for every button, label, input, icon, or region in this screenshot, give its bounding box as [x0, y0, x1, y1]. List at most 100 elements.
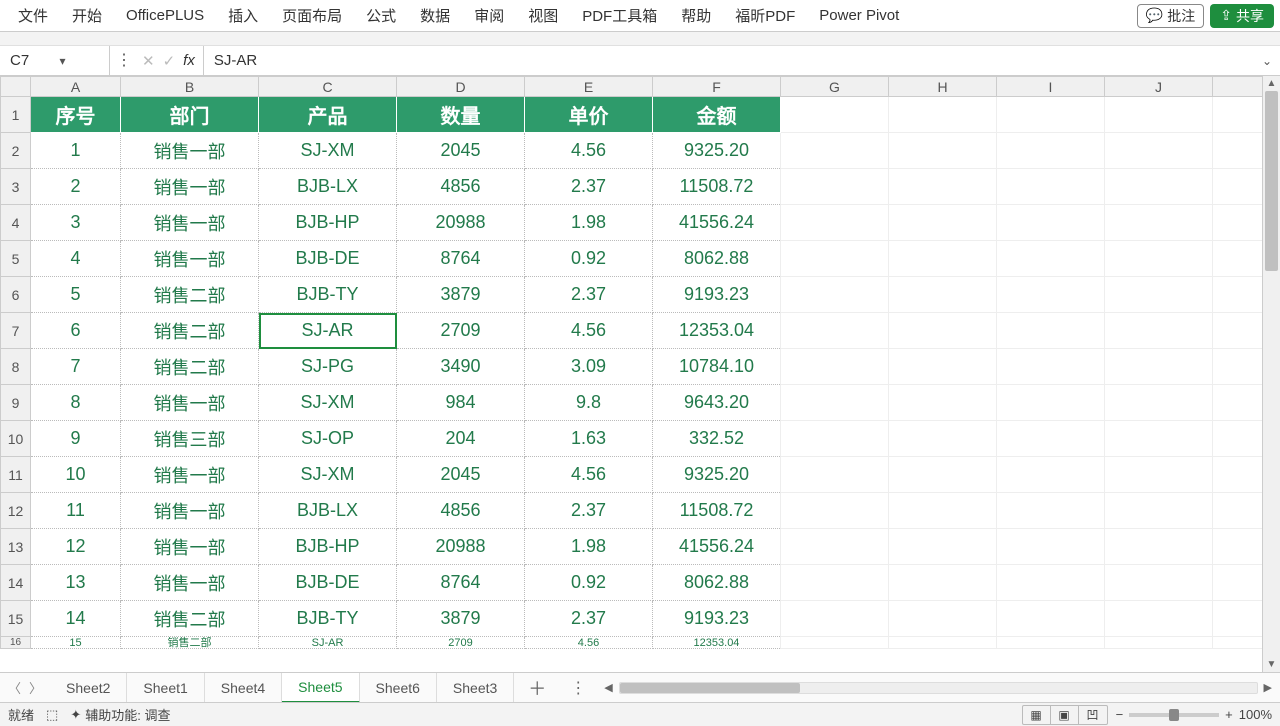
cell-E14[interactable]: 0.92 — [525, 565, 653, 601]
zoom-control[interactable]: − + 100% — [1116, 707, 1272, 722]
empty-cell[interactable] — [1105, 313, 1213, 349]
cell-F4[interactable]: 41556.24 — [653, 205, 781, 241]
row-header-7[interactable]: 7 — [1, 313, 31, 349]
empty-cell[interactable] — [1213, 313, 1263, 349]
empty-cell[interactable] — [997, 565, 1105, 601]
cell-B8[interactable]: 销售二部 — [121, 349, 259, 385]
scroll-down-icon[interactable]: ▼ — [1267, 657, 1277, 672]
empty-cell[interactable] — [781, 205, 889, 241]
cell-C10[interactable]: SJ-OP — [259, 421, 397, 457]
empty-cell[interactable] — [1213, 97, 1263, 133]
select-all-corner[interactable] — [1, 77, 31, 97]
cell-E9[interactable]: 9.8 — [525, 385, 653, 421]
cell-D11[interactable]: 2045 — [397, 457, 525, 493]
cell-A14[interactable]: 13 — [31, 565, 121, 601]
cell-A13[interactable]: 12 — [31, 529, 121, 565]
empty-cell[interactable] — [1213, 349, 1263, 385]
cell-C9[interactable]: SJ-XM — [259, 385, 397, 421]
cell-E13[interactable]: 1.98 — [525, 529, 653, 565]
cell-E8[interactable]: 3.09 — [525, 349, 653, 385]
expand-formula-icon[interactable]: ⌄ — [1254, 54, 1280, 68]
empty-cell[interactable] — [1213, 565, 1263, 601]
cell-C15[interactable]: BJB-TY — [259, 601, 397, 637]
cell-A3[interactable]: 2 — [31, 169, 121, 205]
empty-cell[interactable] — [781, 313, 889, 349]
cell-E2[interactable]: 4.56 — [525, 133, 653, 169]
cell-B7[interactable]: 销售二部 — [121, 313, 259, 349]
empty-cell[interactable] — [997, 385, 1105, 421]
sheet-table[interactable]: ABCDEFGHIJ1序号部门产品数量单价金额21销售一部SJ-XM20454.… — [0, 76, 1262, 649]
empty-cell[interactable] — [997, 133, 1105, 169]
cell-D6[interactable]: 3879 — [397, 277, 525, 313]
empty-cell[interactable] — [781, 457, 889, 493]
col-header-D[interactable]: D — [397, 77, 525, 97]
empty-cell[interactable] — [1213, 601, 1263, 637]
table-header-1[interactable]: 部门 — [121, 97, 259, 133]
cell-E10[interactable]: 1.63 — [525, 421, 653, 457]
empty-cell[interactable] — [889, 601, 997, 637]
cell-F11[interactable]: 9325.20 — [653, 457, 781, 493]
col-header-C[interactable]: C — [259, 77, 397, 97]
scroll-thumb-v[interactable] — [1265, 91, 1278, 271]
share-button[interactable]: ⇪共享 — [1210, 4, 1274, 28]
scroll-right-icon[interactable]: ▶ — [1260, 681, 1276, 694]
cell-A8[interactable]: 7 — [31, 349, 121, 385]
empty-cell[interactable] — [1105, 97, 1213, 133]
empty-cell[interactable] — [1213, 205, 1263, 241]
empty-cell[interactable] — [1105, 277, 1213, 313]
empty-cell[interactable] — [781, 277, 889, 313]
empty-cell[interactable] — [1213, 169, 1263, 205]
cell-D9[interactable]: 984 — [397, 385, 525, 421]
empty-cell[interactable] — [997, 241, 1105, 277]
cell-F3[interactable]: 11508.72 — [653, 169, 781, 205]
cell-B10[interactable]: 销售三部 — [121, 421, 259, 457]
empty-cell[interactable] — [781, 601, 889, 637]
cell-D2[interactable]: 2045 — [397, 133, 525, 169]
empty-cell[interactable] — [1105, 241, 1213, 277]
zoom-slider[interactable] — [1129, 713, 1219, 717]
empty-cell[interactable] — [781, 169, 889, 205]
empty-cell[interactable] — [889, 385, 997, 421]
empty-cell[interactable] — [889, 133, 997, 169]
row-header-6[interactable]: 6 — [1, 277, 31, 313]
ribbon-tab-0[interactable]: 文件 — [6, 0, 60, 31]
horizontal-scrollbar[interactable]: ◀ ▶ — [596, 681, 1280, 694]
cell-D5[interactable]: 8764 — [397, 241, 525, 277]
cell-B5[interactable]: 销售一部 — [121, 241, 259, 277]
row-header-13[interactable]: 13 — [1, 529, 31, 565]
empty-cell[interactable] — [1105, 457, 1213, 493]
tab-prev-icon[interactable]: 〈 — [8, 678, 21, 697]
empty-cell[interactable] — [781, 133, 889, 169]
scroll-thumb-h[interactable] — [620, 683, 800, 693]
cell-A4[interactable]: 3 — [31, 205, 121, 241]
empty-cell[interactable] — [997, 169, 1105, 205]
more-icon[interactable]: ⋮ — [110, 53, 138, 69]
empty-cell[interactable] — [1105, 133, 1213, 169]
empty-cell[interactable] — [889, 565, 997, 601]
cell-D4[interactable]: 20988 — [397, 205, 525, 241]
ribbon-tab-5[interactable]: 公式 — [354, 0, 408, 31]
cell-A16[interactable]: 15 — [31, 637, 121, 649]
cell-D13[interactable]: 20988 — [397, 529, 525, 565]
cell-A10[interactable]: 9 — [31, 421, 121, 457]
cell-F15[interactable]: 9193.23 — [653, 601, 781, 637]
empty-cell[interactable] — [1213, 457, 1263, 493]
cell-E11[interactable]: 4.56 — [525, 457, 653, 493]
empty-cell[interactable] — [1213, 133, 1263, 169]
row-header-8[interactable]: 8 — [1, 349, 31, 385]
view-break-icon[interactable]: 凹 — [1079, 706, 1107, 724]
empty-cell[interactable] — [889, 277, 997, 313]
empty-cell[interactable] — [889, 457, 997, 493]
cell-C7[interactable]: SJ-AR — [259, 313, 397, 349]
cell-A7[interactable]: 6 — [31, 313, 121, 349]
empty-cell[interactable] — [1105, 493, 1213, 529]
empty-cell[interactable] — [1105, 349, 1213, 385]
comment-button[interactable]: 💬批注 — [1137, 4, 1204, 28]
empty-cell[interactable] — [1105, 529, 1213, 565]
sheet-tab-Sheet6[interactable]: Sheet6 — [360, 673, 437, 702]
empty-cell[interactable] — [1105, 205, 1213, 241]
empty-cell[interactable] — [1213, 493, 1263, 529]
empty-cell[interactable] — [1213, 421, 1263, 457]
tab-next-icon[interactable]: 〉 — [29, 678, 42, 697]
empty-cell[interactable] — [997, 637, 1105, 649]
